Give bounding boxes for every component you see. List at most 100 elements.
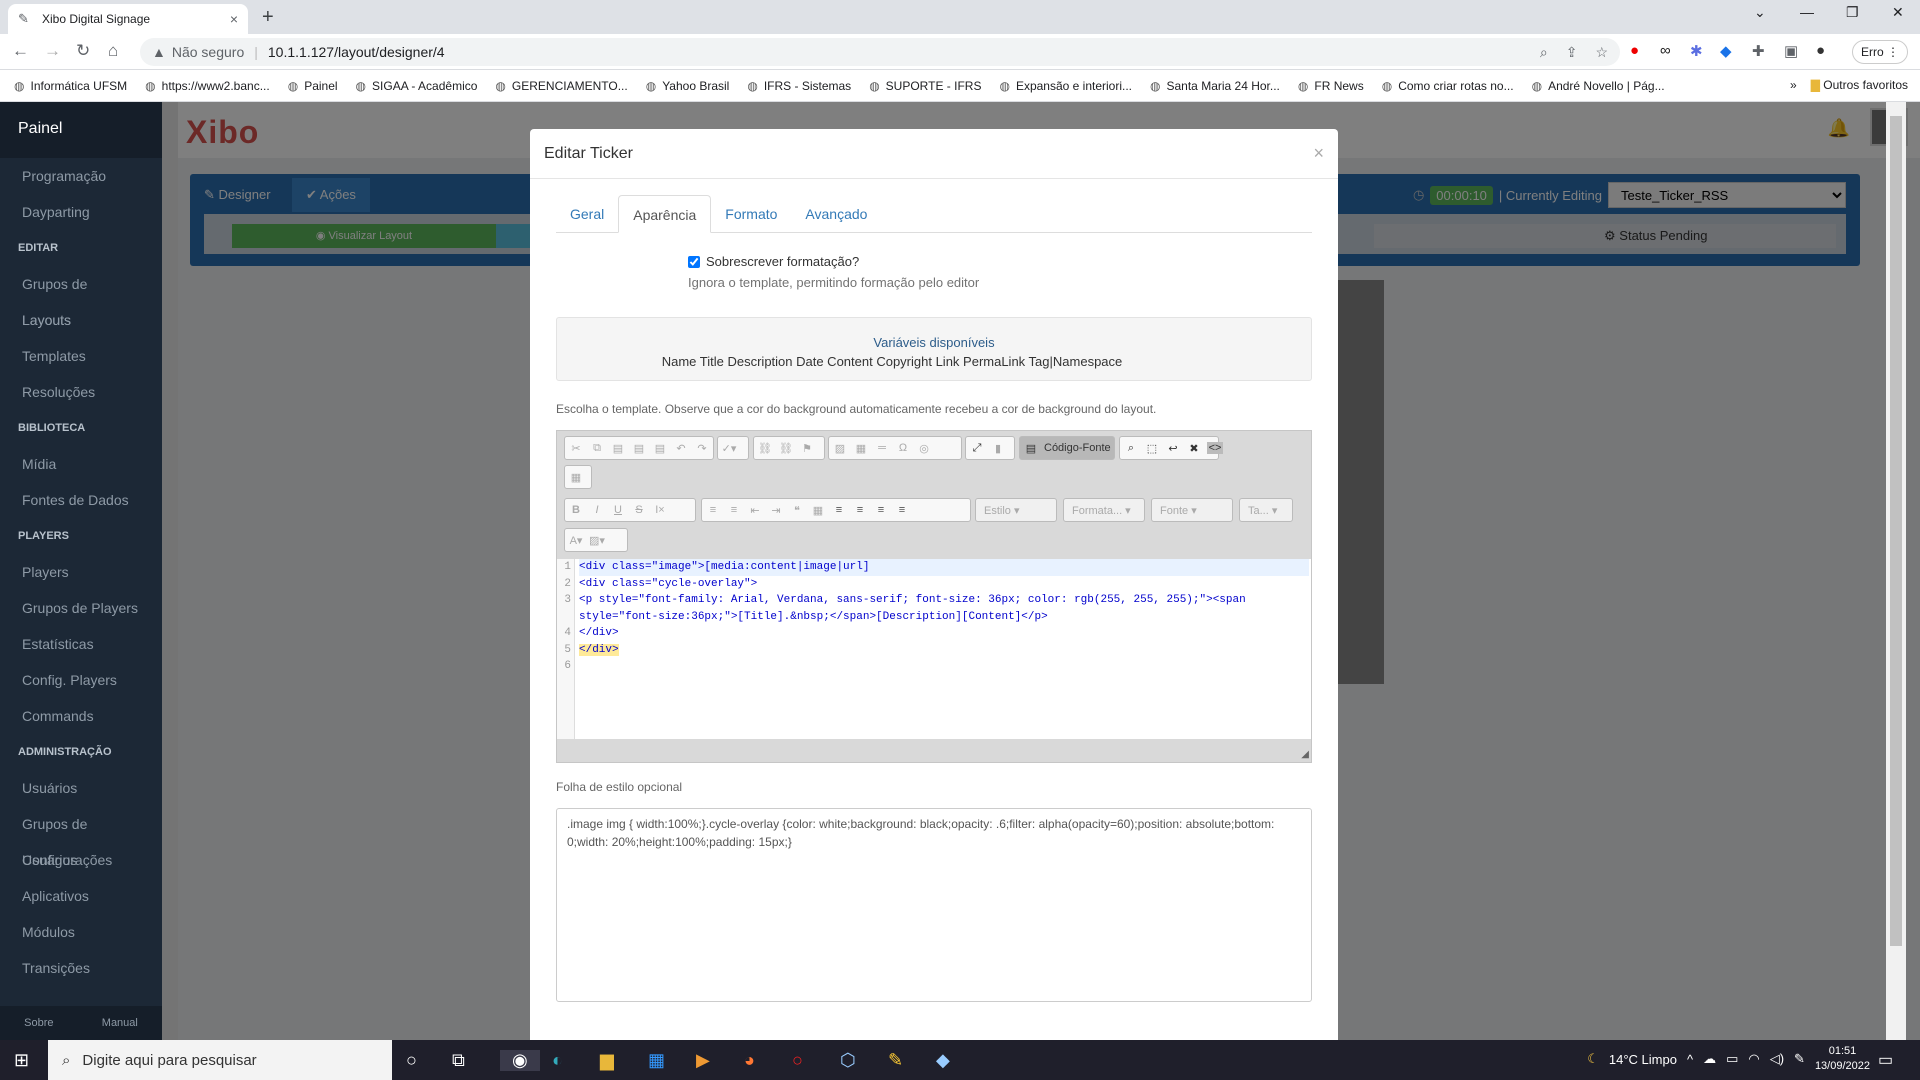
editor-resize-handle[interactable]: ◢ <box>1301 749 1309 760</box>
taskbar-search[interactable]: ⌕ Digite aqui para pesquisar <box>48 1040 392 1080</box>
clear-format-icon[interactable]: I× <box>652 504 668 516</box>
bookmarks-more-icon[interactable]: » <box>1790 78 1797 92</box>
bookmark-item[interactable]: ◍ Expansão e interiori... <box>999 79 1132 93</box>
css-textarea[interactable]: .image img { width:100%;}.cycle-overlay … <box>556 808 1312 1002</box>
page-scrollbar-thumb[interactable] <box>1890 116 1902 946</box>
bookmark-item[interactable]: ◍ Santa Maria 24 Hor... <box>1150 79 1280 93</box>
bold-icon[interactable]: B <box>568 504 584 516</box>
cortana-icon[interactable]: ○ <box>406 1050 417 1071</box>
about-link[interactable]: Sobre <box>24 1017 53 1029</box>
sidebar-item[interactable]: Commands <box>0 698 162 734</box>
bookmark-item[interactable]: ◍ SUPORTE - IFRS <box>869 79 981 93</box>
code-line-2[interactable]: <div class="cycle-overlay"> <box>579 576 1309 593</box>
side-panel-icon[interactable]: ▣ <box>1784 42 1798 60</box>
hr-icon[interactable]: ═ <box>874 442 890 454</box>
bookmark-item[interactable]: ◍ SIGAA - Acadêmico <box>356 79 478 93</box>
incognito-ext-icon[interactable]: ∞ <box>1660 42 1671 59</box>
font-dropdown[interactable]: Fonte ▾ <box>1151 498 1233 522</box>
bg-color-icon[interactable]: ▨▾ <box>589 534 605 547</box>
templates-icon[interactable]: ▦ <box>568 471 584 484</box>
pen-icon[interactable]: ✎ <box>1794 1051 1805 1067</box>
maximize-icon[interactable]: ⤢ <box>969 442 985 455</box>
code-view-icon[interactable]: <> <box>1207 442 1223 454</box>
bookmark-item[interactable]: ◍ IFRS - Sistemas <box>747 79 851 93</box>
media-taskbar-icon[interactable]: ▶ <box>696 1050 710 1071</box>
sidebar-item[interactable]: Configurações <box>0 842 162 878</box>
tab-search-icon[interactable]: ⌄ <box>1754 4 1766 21</box>
new-tab-icon[interactable]: + <box>262 6 274 29</box>
task-view-icon[interactable]: ⧉ <box>452 1050 465 1071</box>
sidebar-item[interactable]: Transições <box>0 950 162 986</box>
profile-avatar-icon[interactable]: ● <box>1816 42 1825 59</box>
paste-text-icon[interactable]: ▤ <box>631 442 647 455</box>
sidebar-item[interactable]: Dayparting <box>0 194 162 230</box>
outdent-icon[interactable]: ⇤ <box>747 504 763 517</box>
extensions-puzzle-icon[interactable]: ✚ <box>1752 42 1765 60</box>
chrome-taskbar-icon[interactable]: ◉ <box>500 1050 540 1071</box>
sidebar-item[interactable]: Resoluções <box>0 374 162 410</box>
clock[interactable]: 01:51 13/09/2022 <box>1815 1044 1870 1074</box>
align-center-icon[interactable]: ≡ <box>852 504 868 516</box>
edge-taskbar-icon[interactable]: ◐ <box>552 1050 563 1071</box>
explorer-taskbar-icon[interactable]: ▆ <box>600 1050 614 1071</box>
firefox-taskbar-icon[interactable]: ◕ <box>744 1050 755 1071</box>
align-right-icon[interactable]: ≡ <box>873 504 889 516</box>
ordered-list-icon[interactable]: ≡ <box>705 504 721 516</box>
copy-icon[interactable]: ⧉ <box>589 442 605 455</box>
image-icon[interactable]: ▨ <box>832 442 848 455</box>
code-line-3a[interactable]: <p style="font-family: Arial, Verdana, s… <box>579 592 1309 609</box>
undo-arrow-icon[interactable]: ↩ <box>1165 442 1181 455</box>
sidebar-item[interactable]: Grupos de Layouts <box>0 266 162 328</box>
bullet-list-icon[interactable]: ≡ <box>726 504 742 516</box>
underline-icon[interactable]: U <box>610 504 626 516</box>
code-line-5[interactable]: </div> <box>579 643 619 656</box>
gear-ext-icon[interactable]: ✱ <box>1690 42 1703 60</box>
table-icon[interactable]: ▦ <box>853 442 869 455</box>
override-format-label[interactable]: Sobrescrever formatação? <box>706 254 859 269</box>
sidebar-item[interactable]: Players <box>0 554 162 590</box>
indent-icon[interactable]: ⇥ <box>768 504 784 517</box>
undo-icon[interactable]: ↶ <box>673 442 689 455</box>
modal-close-icon[interactable]: × <box>1313 143 1324 164</box>
other-bookmarks-folder[interactable]: ▇ Outros favoritos <box>1811 78 1908 92</box>
override-format-checkbox[interactable] <box>688 255 700 268</box>
tab-close-icon[interactable]: × <box>230 11 238 27</box>
security-label[interactable]: Não seguro <box>172 44 244 60</box>
spellcheck-toolbar[interactable]: ✓▾ <box>717 436 749 460</box>
source-button[interactable]: ▤ Código-Fonte <box>1019 436 1115 460</box>
wifi-icon[interactable]: ◠ <box>1748 1051 1759 1067</box>
justify-icon[interactable]: ≡ <box>894 504 910 516</box>
app-taskbar-icon[interactable]: ◆ <box>936 1050 950 1071</box>
profile-error-button[interactable]: Erro ⋮ <box>1852 40 1908 64</box>
reload-icon[interactable]: ↻ <box>76 41 90 61</box>
size-dropdown[interactable]: Ta... ▾ <box>1239 498 1293 522</box>
home-icon[interactable]: ⌂ <box>108 41 118 61</box>
share-icon[interactable]: ⇪ <box>1566 44 1578 61</box>
cloud-icon[interactable]: ☁ <box>1703 1051 1716 1067</box>
manual-link[interactable]: Manual <box>102 1017 138 1029</box>
blocks-icon[interactable]: ▮ <box>990 442 1006 455</box>
paste-icon[interactable]: ▤ <box>610 442 626 455</box>
sidebar-item[interactable]: Mídia <box>0 446 162 482</box>
cut-icon[interactable]: ✂ <box>568 442 584 455</box>
sidebar-item[interactable]: Estatísticas <box>0 626 162 662</box>
network-icon[interactable]: ▭ <box>1726 1051 1738 1067</box>
graduation-ext-icon[interactable]: ◆ <box>1720 42 1732 60</box>
sidebar-item[interactable]: Programação <box>0 158 162 194</box>
url-text[interactable]: 10.1.1.127/layout/designer/4 <box>268 44 445 60</box>
bookmark-item[interactable]: ◍ Informática UFSM <box>14 79 127 93</box>
italic-icon[interactable]: I <box>589 504 605 516</box>
text-color-icon[interactable]: A▾ <box>568 534 584 547</box>
volume-icon[interactable]: ◁) <box>1770 1051 1784 1067</box>
style-dropdown[interactable]: Estilo ▾ <box>975 498 1057 522</box>
link-icon[interactable]: ⛓ <box>757 442 773 455</box>
tab-formato[interactable]: Formato <box>711 195 791 233</box>
bookmark-item[interactable]: ◍ https://www2.banc... <box>145 79 270 93</box>
browser-tab[interactable]: ✎ Xibo Digital Signage × <box>8 4 248 34</box>
page-scrollbar[interactable] <box>1886 102 1906 1040</box>
sidebar-item[interactable]: Grupos de Players <box>0 590 162 626</box>
tab-geral[interactable]: Geral <box>556 195 618 233</box>
blockquote-icon[interactable]: ❝ <box>789 504 805 517</box>
sidebar-item[interactable]: Aplicativos <box>0 878 162 914</box>
special-char-icon[interactable]: Ω <box>895 442 911 454</box>
